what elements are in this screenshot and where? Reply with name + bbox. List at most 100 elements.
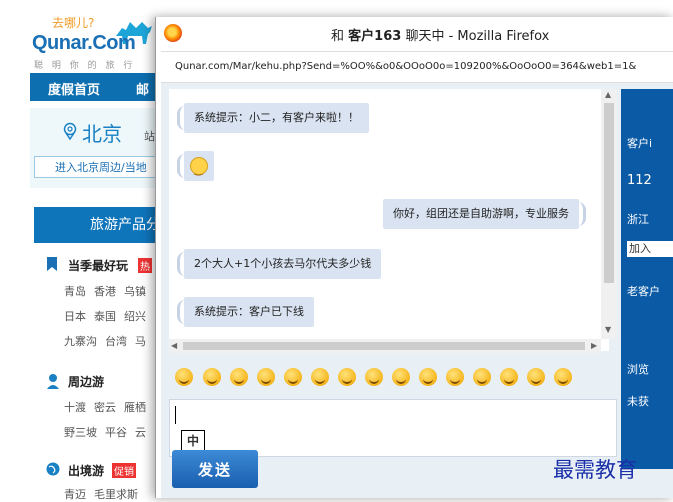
worried-icon[interactable] [500,368,518,386]
scroll-thumb[interactable] [183,342,585,350]
cool-icon[interactable] [527,368,545,386]
link-item[interactable]: 青迈 [64,488,86,501]
add-input[interactable]: 加入 [627,241,673,257]
think-icon[interactable] [284,368,302,386]
info-row: 未获 [627,395,649,408]
scroll-right-icon[interactable]: ▶ [591,341,597,350]
link-item[interactable]: 雁栖 [124,401,146,414]
link-item[interactable]: 日本 [64,310,86,323]
title-customer: 客户163 [348,29,402,44]
scroll-down-icon[interactable]: ▼ [605,325,611,334]
message-text: 你好，组团还是自助游啊，专业服务 [393,207,569,220]
chat-content: 系统提示：小二，有客户来啦！！ 你好，组团还是自助游啊，专业服务 2个大人+1个… [161,83,673,498]
question-icon[interactable] [419,368,437,386]
title-prefix: 和 [331,29,345,44]
hot-badge: 热 [138,258,152,273]
window-titlebar[interactable]: 和 客户163 聊天中 - Mozilla Firefox [156,17,673,51]
chat-message: 系统提示：小二，有客户来啦！！ [177,103,369,133]
message-text: 2个大人+1个小孩去马尔代夫多少钱 [194,257,372,270]
ime-indicator[interactable]: 中 [181,430,205,452]
link-row: 青岛 香港 乌镇 [64,283,154,299]
link-item[interactable]: 乌镇 [124,285,146,298]
nav-item-mail[interactable]: 邮 [136,79,149,98]
link-item[interactable]: 云 [135,426,146,439]
smirk-icon[interactable] [473,368,491,386]
info-row: 112 [627,173,652,188]
wink-icon[interactable] [257,368,275,386]
link-item[interactable]: 九寨沟 [64,335,97,348]
info-row: 浙江 [627,213,649,226]
happy-icon[interactable] [446,368,464,386]
category-label[interactable]: 出境游 [68,462,104,479]
chat-message: 2个大人+1个小孩去马尔代夫多少钱 [176,249,382,279]
link-item[interactable]: 泰国 [94,310,116,323]
link-item[interactable]: 密云 [94,401,116,414]
window-title: 和 客户163 聊天中 - Mozilla Firefox [331,25,549,44]
section-title: 旅游产品分 [34,207,174,243]
logo-brand: Qunar.Com [32,32,136,54]
horizontal-scrollbar[interactable]: ◀ ▶ [169,339,601,353]
message-text: 系统提示：客户已下线 [194,305,304,318]
send-button[interactable]: 发送 [172,450,258,488]
customer-info-panel: 客户i 112 浙江 加入 老客户 浏览 未获 [621,89,673,469]
info-row: 客户i [627,137,653,150]
logo-tagline: 聪 明 你 的 旅 行 [34,61,136,71]
person-icon [47,374,59,389]
link-item[interactable]: 青岛 [64,285,86,298]
firefox-chat-window: 和 客户163 聊天中 - Mozilla Firefox Qunar.com/… [155,17,673,498]
scroll-up-icon[interactable]: ▲ [605,90,611,99]
info-row: 老客户 [627,285,660,298]
grin-icon[interactable] [203,368,221,386]
globe-icon [46,462,60,476]
laugh-icon[interactable] [338,368,356,386]
link-item[interactable]: 香港 [94,285,116,298]
vertical-scrollbar[interactable]: ▲ ▼ [601,89,617,339]
blush-icon[interactable] [392,368,410,386]
logo-slogan: 去哪儿? [52,16,95,30]
nav-item-home[interactable]: 度假首页 [48,79,100,98]
link-row: 青迈 毛里求斯 [64,486,146,502]
top-nav: 度假首页 邮 [30,73,170,101]
link-row: 九寨沟 台湾马 [64,333,154,349]
link-row: 日本 泰国 绍兴 [64,308,154,324]
category-label[interactable]: 当季最好玩 [68,257,128,274]
category-label[interactable]: 周边游 [68,373,104,390]
chat-message [177,151,214,185]
sad-icon[interactable] [365,368,383,386]
info-row: 浏览 [627,363,649,376]
location-pin-icon [63,122,77,140]
link-row: 野三坡 平谷云 [64,424,154,440]
message-input[interactable] [169,399,617,457]
chat-message: 系统提示：客户已下线 [177,297,314,327]
smile-icon [190,155,208,185]
title-suffix: 聊天中 - Mozilla Firefox [405,29,550,44]
promo-badge: 促销 [112,463,136,478]
link-item[interactable]: 毛里求斯 [94,488,138,501]
qunar-logo[interactable]: 去哪儿? Qunar.Com 聪 明 你 的 旅 行 [30,12,160,72]
city-name[interactable]: 北京 [82,118,122,147]
bookmark-icon [47,257,57,271]
smile-icon[interactable] [311,368,329,386]
link-item[interactable]: 绍兴 [124,310,146,323]
message-text: 系统提示：小二，有客户来啦！！ [194,111,359,124]
link-row: 十渡 密云 雁栖 [64,399,154,415]
scroll-left-icon[interactable]: ◀ [171,341,177,350]
shy-icon[interactable] [554,368,572,386]
link-item[interactable]: 野三坡 [64,426,97,439]
watermark: 最需教育 [553,458,637,482]
cry-icon[interactable] [230,368,248,386]
emoji-toolbar [169,363,609,393]
address-bar[interactable]: Qunar.com/Mar/kehu.php?Send=%OO%&o0&OOoO… [161,51,673,83]
handshake-icon[interactable] [175,368,193,386]
link-item[interactable]: 十渡 [64,401,86,414]
enter-local-button[interactable]: 进入北京周边/当地 [34,156,174,178]
address-url: Qunar.com/Mar/kehu.php?Send=%OO%&o0&OOoO… [175,61,637,72]
link-item[interactable]: 台湾 [105,335,127,348]
link-item[interactable]: 马 [135,335,146,348]
link-item[interactable]: 平谷 [105,426,127,439]
chat-message: 你好，组团还是自助游啊，专业服务 [383,199,586,229]
text-caret [175,406,176,424]
scroll-thumb[interactable] [604,103,614,283]
chat-log[interactable]: 系统提示：小二，有客户来啦！！ 你好，组团还是自助游啊，专业服务 2个大人+1个… [169,89,609,351]
firefox-icon [164,24,182,42]
